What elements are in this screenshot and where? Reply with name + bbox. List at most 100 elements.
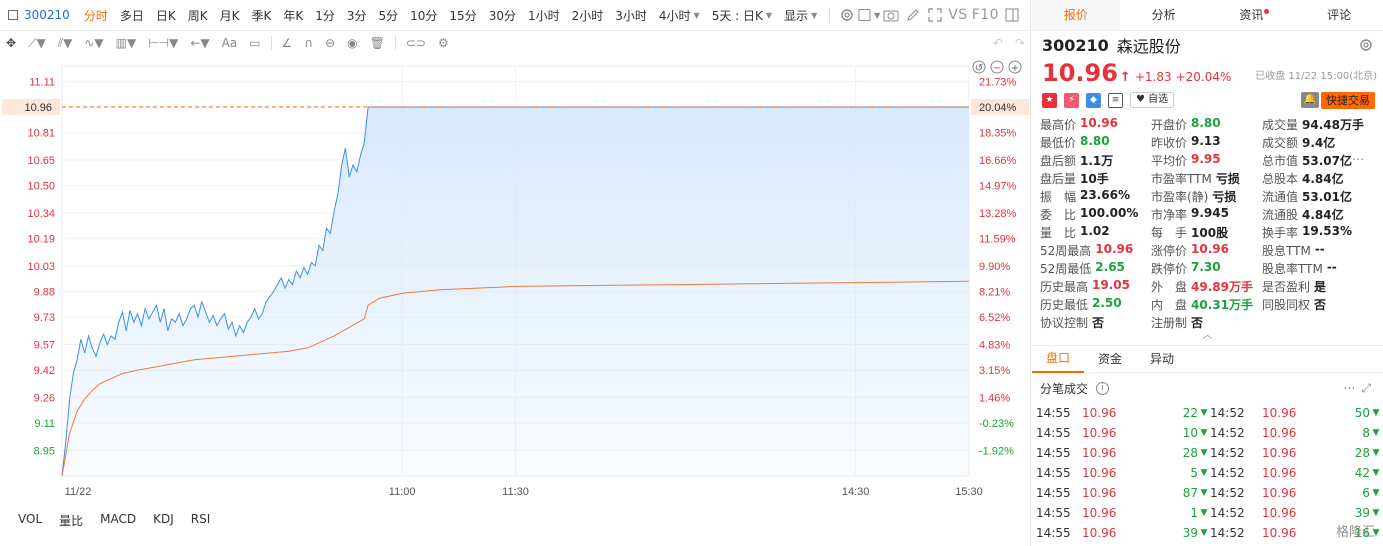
period-tab[interactable]: 15分 [443,7,482,24]
period-tab[interactable]: 5分 [373,7,405,24]
period-tab[interactable]: 30分 [483,7,522,24]
stat-cell: 总股本 4.84亿 [1262,170,1373,187]
china-flag-icon: ★ [1042,92,1057,108]
panel-tab[interactable]: 报价 [1032,0,1120,30]
detail-tab[interactable]: 异动 [1136,346,1188,372]
document-icon[interactable]: ≡ [1108,92,1123,108]
detail-tab[interactable]: 资金 [1084,346,1136,372]
last-price: 10.96 [1042,59,1118,87]
period-tab[interactable]: 10分 [404,7,443,24]
line-tool-icon[interactable]: ⟋ ▼ [22,33,52,53]
move-icon[interactable]: ✥ [0,33,22,53]
watermark-logo: 格隆汇 [1335,525,1375,540]
indicator-tab[interactable]: VOL [18,512,42,529]
tick-cell: 10.96 [1262,446,1297,460]
y-tick-label: 9.11 [34,418,55,430]
ruler-icon[interactable]: ∠ [276,33,299,53]
indicator-tab[interactable]: MACD [100,512,136,529]
trash-icon[interactable]: 🗑 [364,33,391,53]
detail-tab[interactable]: 盘口 [1032,345,1085,373]
stat-cell: 昨收价 9.13 [1151,134,1262,151]
indicator-tab[interactable]: RSI [191,512,211,529]
tick-cell: 10.96 [1262,466,1297,480]
stat-value: 40.31万手 [1191,297,1253,312]
period-tab[interactable]: 分时 [78,7,114,24]
period-tab[interactable]: 日K [150,7,182,24]
stat-label: 跌停价 [1151,261,1188,276]
lightning-icon[interactable]: ⚡ [1064,92,1079,108]
stat-value: 7.30 [1191,259,1221,274]
gear-icon[interactable] [1359,38,1373,55]
period-tab[interactable]: 季K [245,7,277,24]
arrow-tool-icon[interactable]: ← ▼ [184,33,215,53]
x-tick-label: 15:30 [955,486,983,498]
add-watchlist-button[interactable]: ♥ 自选 [1130,92,1175,108]
magnet-icon[interactable]: ∩ [298,33,319,53]
panel-tab[interactable]: 分析 [1120,0,1208,30]
bell-icon[interactable]: 🔔 [1301,92,1319,108]
period-tab[interactable]: 1小时 [522,7,566,24]
five-day-select[interactable]: 5天 : 日K ▼ [706,7,778,24]
redo-icon[interactable]: ↷ [1009,33,1031,53]
pct-tick-label: 8.21% [979,287,1010,299]
more-icon[interactable]: ⋯⤢ [1343,381,1377,396]
tick-cell: 10 [1182,426,1198,440]
layout-icon[interactable] [8,10,18,20]
stat-value: 100股 [1191,225,1229,240]
period-tab[interactable]: 3分 [341,7,373,24]
camera-icon[interactable] [880,5,902,25]
link-icon[interactable]: ⊂⊃ [400,33,432,53]
tick-cell: 50 [1354,406,1370,420]
lock-icon[interactable]: ⊖ [319,33,341,53]
settings-icon[interactable] [836,5,858,25]
comment-tool-icon[interactable]: ▭ [243,33,266,53]
pct-tick-label: 6.52% [979,312,1010,324]
fullscreen-icon[interactable] [924,5,946,25]
chart-tool-icon[interactable]: ▥ ▼ [110,33,143,53]
eye-icon[interactable]: ◉ [341,33,363,53]
display-select[interactable]: 显示 ▼ [778,7,823,24]
period-tab[interactable]: 2小时 [566,7,610,24]
period-tab[interactable]: 1分 [309,7,341,24]
intraday-chart[interactable]: 11.11 21.73% 10.96 20.04% 10.81 18.35% 10.65 16… [0,56,1031,502]
indicator-tab[interactable]: KDJ [153,512,174,529]
period-tab[interactable]: 年K [277,7,309,24]
tick-cell: 10.96 [1082,426,1117,440]
tag-icon[interactable]: ◆ [1086,92,1101,108]
y-tick-label: 8.95 [34,445,55,457]
sell-arrow-icon: ▼ [1200,408,1208,418]
stat-value: 94.48万手 [1302,117,1364,132]
tick-cell: 6 [1362,486,1370,500]
f10-button[interactable]: F10 [972,7,999,23]
vs-compare-button[interactable]: VS [948,7,967,23]
period-tabs: 分时 多日 日K 周K 月K 季K 年K 1分 3分 5分 10分 15分 30分 1小时 2小时 3小时 4小… [78,7,706,24]
checkbox-icon[interactable]: ▼ [858,5,880,25]
tick-row: 14:55 10.96 22 ▼ 14:52 10.96 50 ▼ [1032,403,1383,423]
quick-trade-button[interactable]: 快捷交易 [1321,92,1375,109]
channel-tool-icon[interactable]: ⫽ ▼ [52,33,79,53]
draw-settings-icon[interactable]: ⚙ [432,33,455,53]
period-tab[interactable]: 4小时 ▼ [653,7,706,24]
wave-tool-icon[interactable]: ∿ ▼ [78,33,109,53]
undo-icon[interactable]: ↶ [987,33,1009,53]
stock-code[interactable]: 300210 [24,8,70,22]
reset-zoom-icon-glyph: ↺ [975,63,983,74]
period-tab[interactable]: 月K [214,7,246,24]
panel-toggle-icon[interactable] [1001,5,1023,25]
panel-tab[interactable]: 资讯 [1208,0,1296,30]
indicator-tab[interactable]: 量比 [59,512,83,529]
period-tab[interactable]: 3小时 [609,7,653,24]
x-tick-label: 14:30 [842,486,870,498]
stats-row: 52周最低 2.65 跌停价 7.30 股息率TTM -- [1040,259,1375,277]
period-tab[interactable]: 周K [182,7,214,24]
text-tool-icon[interactable]: Aa [216,33,244,53]
more-icon[interactable]: ⋯ [1352,152,1364,169]
pen-icon[interactable] [902,5,924,25]
divider [829,8,831,22]
panel-tab[interactable]: 评论 [1295,0,1383,30]
period-tab[interactable]: 多日 [114,7,150,24]
zoom-in-icon-glyph: + [1011,63,1019,74]
measure-tool-icon[interactable]: ⊢⊣ ▼ [142,33,184,53]
info-icon[interactable]: i [1096,381,1110,395]
collapse-chevron-icon[interactable]: ︿ [1032,331,1383,343]
